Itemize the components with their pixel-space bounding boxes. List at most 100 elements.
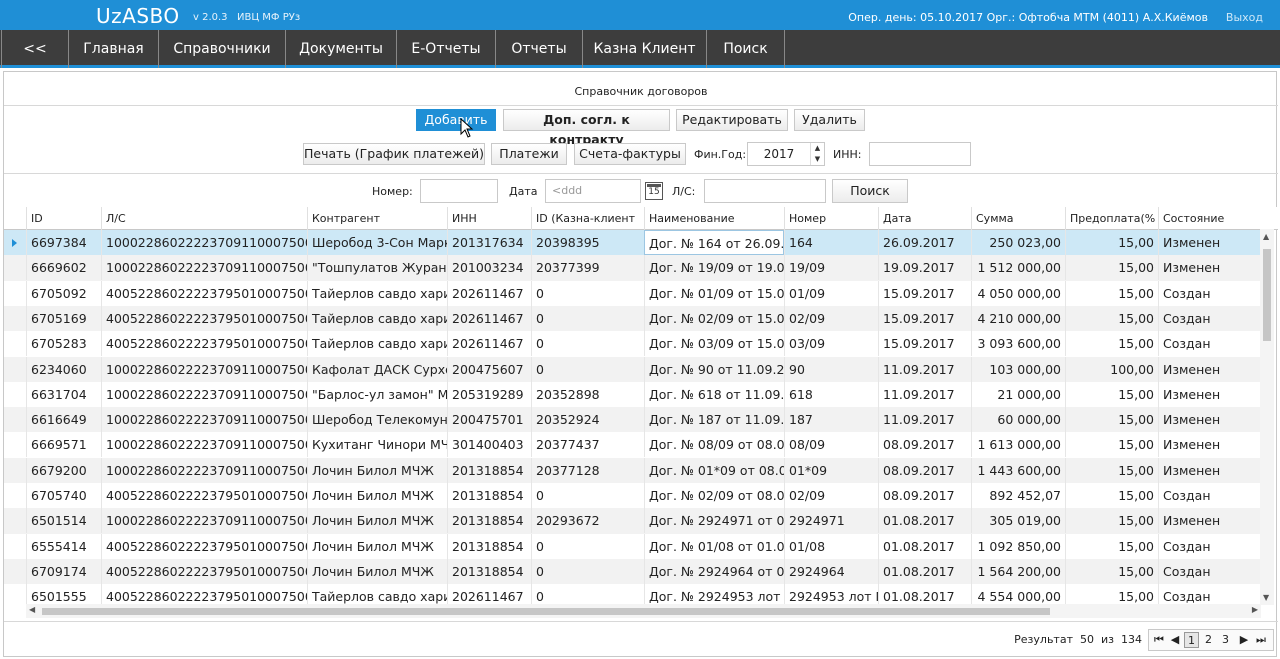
cell-date[interactable]: 15.09.2017 [878,280,971,306]
prev-page-icon[interactable]: ◀ [1168,632,1182,648]
cell-counterparty[interactable]: Тайерлов савдо харид [307,305,447,331]
cell-account[interactable]: 400522860222237950100075002 [101,558,307,584]
cell-account[interactable]: 100022860222237091100075002 [101,381,307,407]
cell-counterparty[interactable]: Тайерлов савдо харид [307,331,447,357]
add-agreement-button[interactable]: Доп. согл. к контракту [503,109,670,147]
cell-status[interactable]: Изменен [1158,432,1261,458]
cell-treasury-id[interactable]: 0 [531,483,644,508]
cell-name[interactable]: Дог. № 03/09 от 15.09 [644,331,784,357]
cell-treasury-id[interactable]: 0 [531,356,644,382]
cell-id[interactable]: 6669602 [26,255,101,281]
nav-item-directories[interactable]: Справочники [159,30,286,68]
cell-date[interactable]: 11.09.2017 [878,407,971,433]
cell-id[interactable]: 6705283 [26,331,101,357]
cell-date[interactable]: 08.09.2017 [878,457,971,483]
number-filter-input[interactable] [420,179,498,203]
cell-number[interactable]: 01*09 [784,457,878,483]
table-row[interactable]: 6697384 100022860222237091100075002 Шеробо… [4,230,1261,256]
cell-account[interactable]: 400522860222237950100075002 [101,305,307,331]
cell-treasury-id[interactable]: 20293672 [531,508,644,534]
cell-counterparty[interactable]: Лочин Билол МЧЖ [307,483,447,508]
cell-account[interactable]: 400522860222237950100075002 [101,280,307,306]
search-button[interactable]: Поиск [832,179,908,203]
cell-account[interactable]: 100022860222237091100075002 [101,432,307,458]
cell-number[interactable]: 08/09 [784,432,878,458]
cell-inn[interactable]: 201318854 [447,483,531,508]
cell-counterparty[interactable]: "Тошпулатов Журание [307,255,447,281]
cell-date[interactable]: 01.08.2017 [878,533,971,559]
nav-item-home[interactable]: Главная [69,30,159,68]
cell-amount[interactable]: 21 000,00 [971,381,1065,407]
cell-inn[interactable]: 202611467 [447,331,531,357]
cell-id[interactable]: 6234060 [26,356,101,382]
cell-number[interactable]: 618 [784,381,878,407]
cell-prepayment[interactable]: 15,00 [1065,280,1158,306]
cell-account[interactable]: 100022860222237091100075002 [101,356,307,382]
nav-item-documents[interactable]: Документы [286,30,397,68]
cell-name[interactable]: Дог. № 187 от 11.09.20 [644,407,784,433]
exit-link[interactable]: Выход [1226,11,1263,24]
cell-account[interactable]: 100022860222237091100075002 [101,407,307,433]
payments-button[interactable]: Платежи [491,143,567,165]
cell-treasury-id[interactable]: 0 [531,305,644,331]
ls-filter-input[interactable] [704,179,826,203]
cell-id[interactable]: 6709174 [26,558,101,584]
cell-status[interactable]: Изменен [1158,407,1261,433]
cell-account[interactable]: 100022860222237091100075002 [101,255,307,281]
table-row[interactable]: 6669602 100022860222237091100075002 "Тошпу… [4,255,1261,281]
cell-prepayment[interactable]: 15,00 [1065,558,1158,584]
next-page-icon[interactable]: ▶ [1237,632,1251,648]
calendar-icon[interactable]: 15 [645,182,663,200]
cell-prepayment[interactable]: 15,00 [1065,508,1158,534]
cell-date[interactable]: 26.09.2017 [878,230,971,255]
cell-name[interactable]: Дог. № 2924964 от 01. [644,558,784,584]
cell-treasury-id[interactable]: 0 [531,280,644,306]
page-button-3[interactable]: 3 [1218,632,1233,648]
cell-date[interactable]: 08.09.2017 [878,432,971,458]
cell-amount[interactable]: 250 023,00 [971,230,1065,255]
nav-item-treasury-client[interactable]: Казна Клиент [583,30,707,68]
column-header-counterparty[interactable]: Контрагент [307,207,447,230]
cell-prepayment[interactable]: 15,00 [1065,533,1158,559]
cell-number[interactable]: 2924971 [784,508,878,534]
cell-prepayment[interactable]: 15,00 [1065,457,1158,483]
cell-prepayment[interactable]: 100,00 [1065,356,1158,382]
cell-counterparty[interactable]: Шеробод 3-Сон Марк [307,230,447,255]
cell-counterparty[interactable]: Тайерлов савдо харид [307,280,447,306]
table-row[interactable]: 6631704 100022860222237091100075002 "Барло… [4,381,1261,407]
column-header-status[interactable]: Состояние [1158,207,1261,230]
cell-number[interactable]: 03/09 [784,331,878,357]
column-header-id[interactable]: ID [26,207,101,230]
cell-counterparty[interactable]: Лочин Билол МЧЖ [307,533,447,559]
cell-amount[interactable]: 4 210 000,00 [971,305,1065,331]
cell-inn[interactable]: 201317634 [447,230,531,255]
cell-amount[interactable]: 1 564 200,00 [971,558,1065,584]
cell-inn[interactable]: 301400403 [447,432,531,458]
cell-amount[interactable]: 1 512 000,00 [971,255,1065,281]
table-row[interactable]: 6669571 100022860222237091100075002 Кухита… [4,432,1261,458]
cell-status[interactable]: Создан [1158,331,1261,357]
cell-number[interactable]: 01/08 [784,533,878,559]
cell-status[interactable]: Изменен [1158,356,1261,382]
cell-amount[interactable]: 103 000,00 [971,356,1065,382]
cell-inn[interactable]: 202611467 [447,305,531,331]
cell-date[interactable]: 19.09.2017 [878,255,971,281]
cell-inn[interactable]: 201318854 [447,533,531,559]
cell-amount[interactable]: 3 093 600,00 [971,331,1065,357]
cell-status[interactable]: Создан [1158,305,1261,331]
cell-id[interactable]: 6697384 [26,230,101,255]
cell-date[interactable]: 01.08.2017 [878,558,971,584]
invoices-button[interactable]: Счета-фактуры [574,143,686,165]
cell-number[interactable]: 187 [784,407,878,433]
cell-prepayment[interactable]: 15,00 [1065,331,1158,357]
cell-name[interactable]: Дог. № 618 от 11.09.20 [644,381,784,407]
column-header-treasury-id[interactable]: ID (Казна-клиент [531,207,644,230]
cell-name[interactable]: Дог. № 01/09 от 15.09 [644,280,784,306]
column-header-prepayment[interactable]: Предоплата(% [1065,207,1158,230]
cell-inn[interactable]: 201003234 [447,255,531,281]
nav-item-e-reports[interactable]: Е-Отчеты [397,30,496,68]
cell-status[interactable]: Изменен [1158,381,1261,407]
cell-number[interactable]: 02/09 [784,483,878,508]
cell-date[interactable]: 01.08.2017 [878,508,971,534]
column-header-amount[interactable]: Сумма [971,207,1065,230]
